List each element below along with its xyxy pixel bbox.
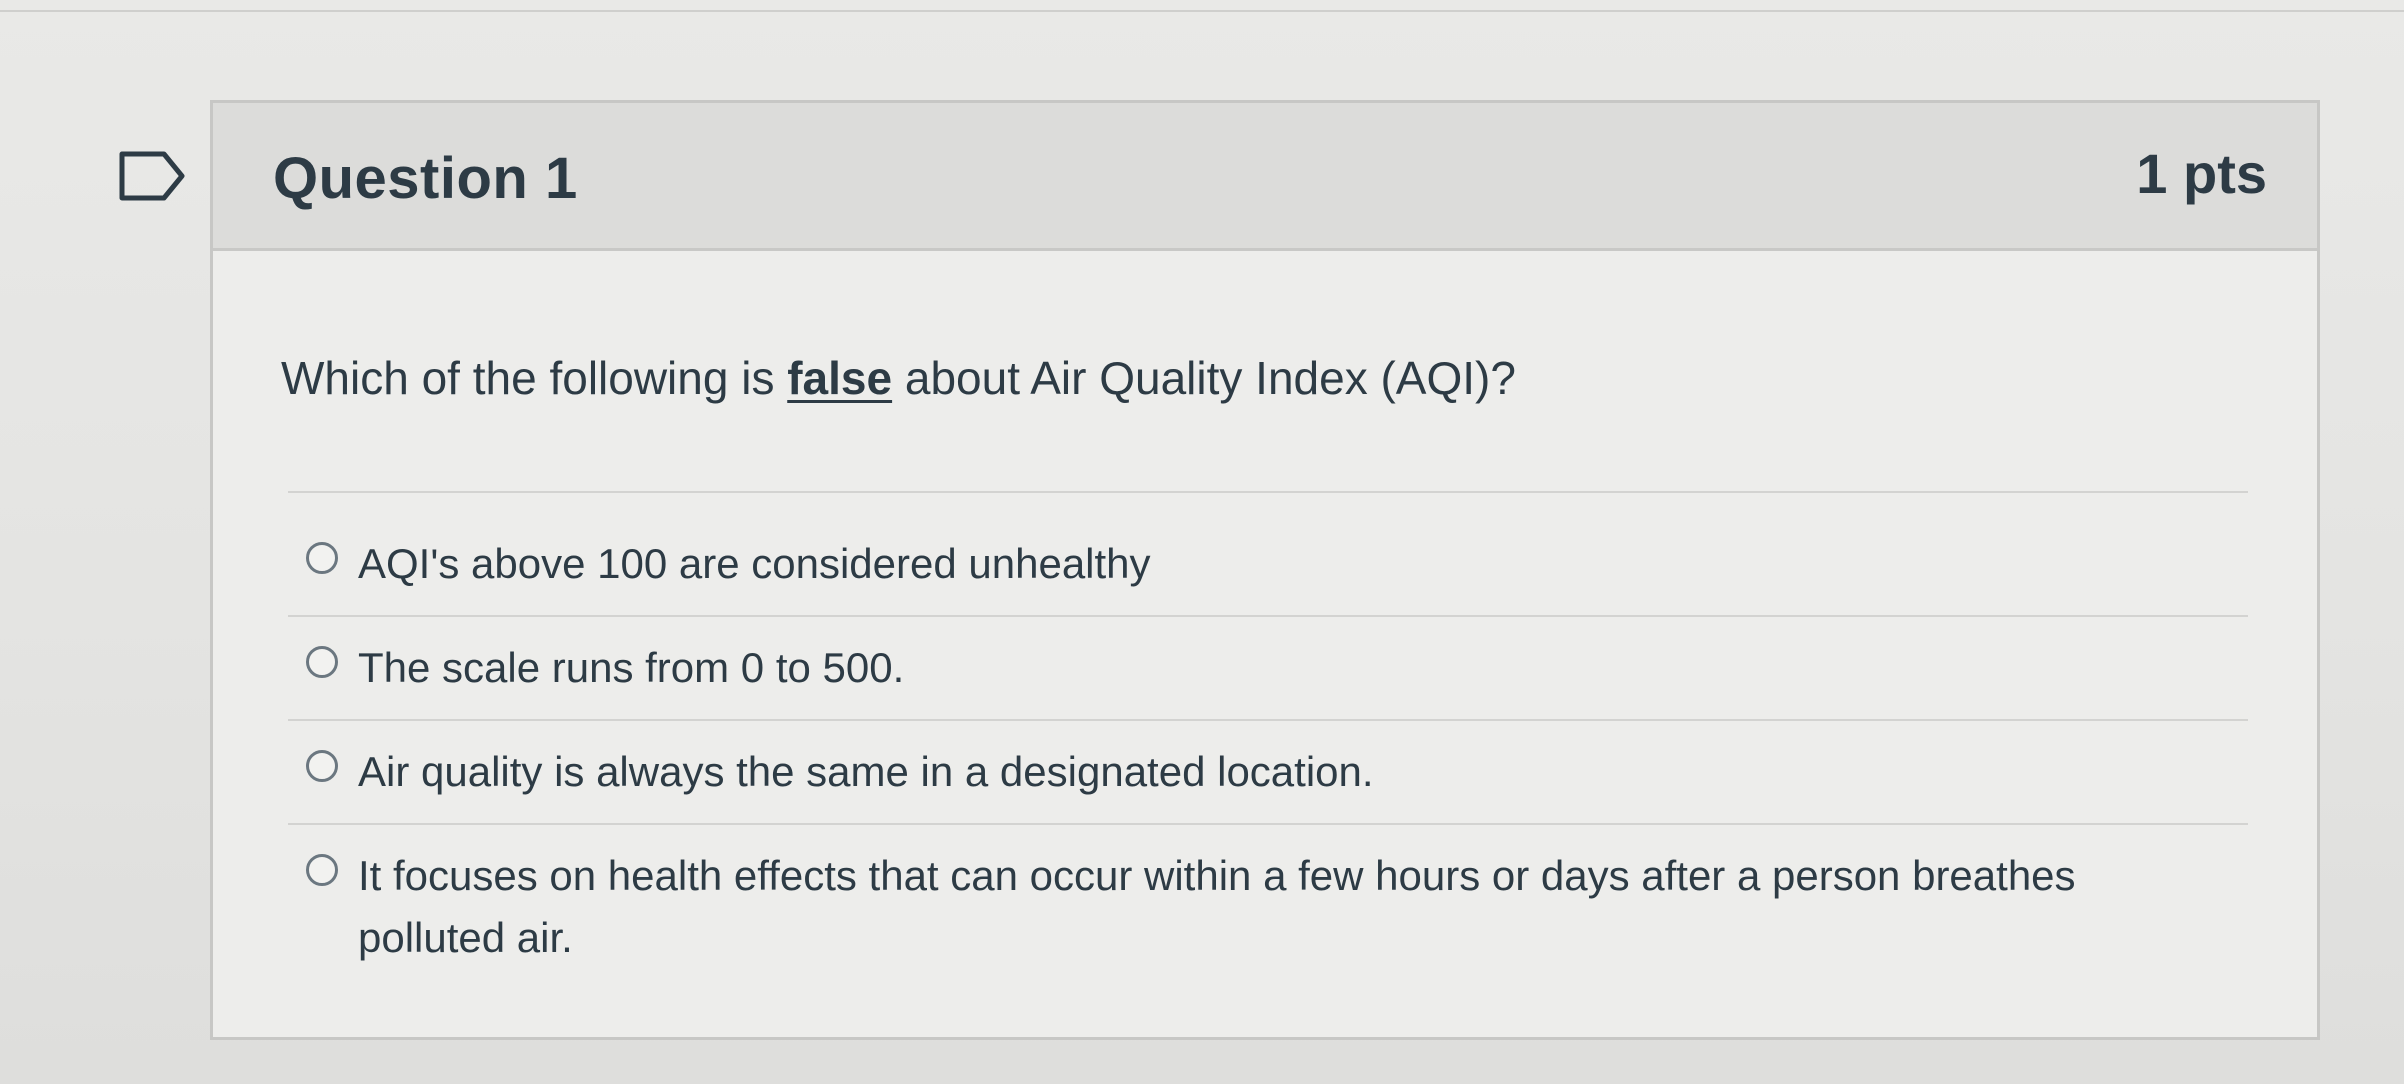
radio-unselected-icon[interactable] bbox=[306, 542, 338, 574]
question-text-before: Which of the following is bbox=[281, 352, 788, 404]
question-text-emphasis: false bbox=[787, 352, 893, 404]
answer-option-1[interactable]: AQI's above 100 are considered unhealthy bbox=[288, 513, 2248, 617]
question-header: Question 1 1 pts bbox=[213, 103, 2317, 251]
radio-unselected-icon[interactable] bbox=[306, 750, 338, 782]
answer-label: It focuses on health effects that can oc… bbox=[358, 852, 2076, 961]
answer-label: The scale runs from 0 to 500. bbox=[358, 644, 905, 691]
question-points: 1 pts bbox=[2136, 142, 2267, 205]
radio-unselected-icon[interactable] bbox=[306, 646, 338, 678]
answer-option-3[interactable]: Air quality is always the same in a desi… bbox=[288, 721, 2248, 825]
answer-option-4[interactable]: It focuses on health effects that can oc… bbox=[288, 825, 2248, 989]
question-divider bbox=[288, 491, 2248, 493]
top-divider bbox=[0, 10, 2404, 12]
flag-question-icon[interactable] bbox=[118, 150, 188, 202]
radio-unselected-icon[interactable] bbox=[306, 854, 338, 886]
question-text-after: about Air Quality Index (AQI)? bbox=[892, 352, 1516, 404]
answer-list: AQI's above 100 are considered unhealthy… bbox=[288, 513, 2248, 989]
answer-option-2[interactable]: The scale runs from 0 to 500. bbox=[288, 617, 2248, 721]
question-text: Which of the following is false about Ai… bbox=[281, 351, 1516, 405]
answer-label: Air quality is always the same in a desi… bbox=[358, 748, 1374, 795]
question-body: Which of the following is false about Ai… bbox=[213, 251, 2317, 1037]
answer-label: AQI's above 100 are considered unhealthy bbox=[358, 540, 1151, 587]
question-card: Question 1 1 pts Which of the following … bbox=[210, 100, 2320, 1040]
question-title: Question 1 bbox=[273, 146, 578, 211]
